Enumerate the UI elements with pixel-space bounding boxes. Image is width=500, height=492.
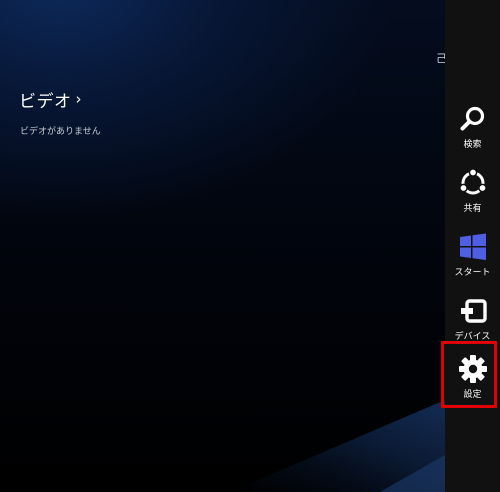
share-charm[interactable]: 共有 <box>445 160 500 220</box>
desktop-screen: ビデオ › ビデオがありません 己 検索 共有 スタート デバイス 設定 <box>0 0 500 492</box>
windows-logo-icon <box>458 232 488 262</box>
start-charm-label: スタート <box>454 268 491 278</box>
settings-charm[interactable]: 設定 <box>445 341 500 409</box>
gear-icon <box>458 354 488 384</box>
chevron-right-icon: › <box>75 89 82 108</box>
share-icon <box>458 168 488 198</box>
devices-charm[interactable]: デバイス <box>445 288 500 348</box>
search-charm[interactable]: 検索 <box>445 96 500 156</box>
settings-charm-label: 設定 <box>463 390 482 400</box>
search-charm-label: 検索 <box>463 140 482 150</box>
share-charm-label: 共有 <box>463 204 482 214</box>
start-charm[interactable]: スタート <box>445 224 500 284</box>
section-title: ビデオ <box>19 92 72 112</box>
devices-icon <box>458 296 488 326</box>
empty-state-message: ビデオがありません <box>20 127 101 137</box>
video-app-area: ビデオ › ビデオがありません 己 <box>0 0 445 492</box>
charms-bar: 検索 共有 スタート デバイス 設定 <box>445 0 500 492</box>
search-icon <box>458 104 488 134</box>
videos-section-header[interactable]: ビデオ › <box>19 87 82 113</box>
clipped-header-text: 己 <box>436 52 445 65</box>
